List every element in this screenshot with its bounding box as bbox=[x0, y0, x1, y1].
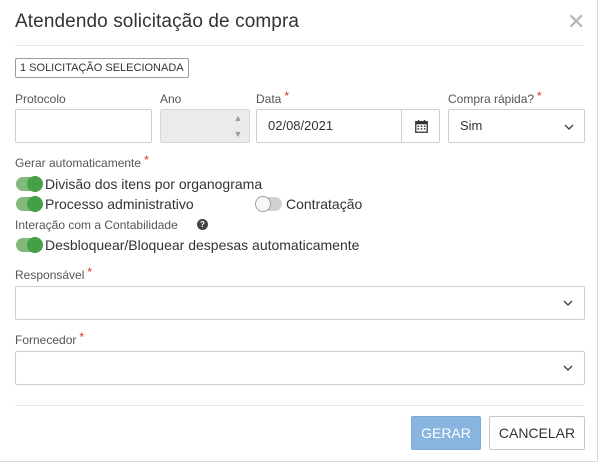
question-circle-icon[interactable]: ? bbox=[197, 219, 208, 230]
toggle-desbloquear-despesas[interactable] bbox=[16, 237, 43, 253]
toggle-processo-administrativo[interactable] bbox=[16, 196, 43, 212]
protocolo-label: Protocolo bbox=[15, 92, 66, 106]
dialog-title: Atendendo solicitação de compra bbox=[15, 11, 300, 32]
fornecedor-select[interactable] bbox=[15, 351, 585, 385]
chevron-down-icon bbox=[563, 365, 573, 371]
responsavel-label: Responsável * bbox=[15, 265, 93, 282]
calendar-icon bbox=[415, 120, 428, 133]
toggle-contratacao[interactable] bbox=[255, 196, 282, 212]
data-value: 02/08/2021 bbox=[268, 118, 334, 133]
calendar-button[interactable] bbox=[401, 110, 439, 142]
toggle-divisao-itens[interactable] bbox=[16, 176, 43, 192]
toggle-processo-administrativo-label: Processo administrativo bbox=[45, 196, 194, 212]
required-marker: * bbox=[87, 265, 93, 279]
data-label: Data * bbox=[256, 89, 290, 106]
required-marker: * bbox=[79, 330, 85, 344]
gerar-button[interactable]: GERAR bbox=[411, 416, 481, 450]
ano-label: Ano bbox=[160, 92, 182, 106]
compra-rapida-label: Compra rápida? * bbox=[448, 89, 542, 106]
selected-count-badge: 1 SOLICITAÇÃO SELECIONADA bbox=[15, 58, 189, 78]
contabilidade-label: Interação com a Contabilidade bbox=[15, 218, 178, 232]
chevron-down-icon: ▼ bbox=[233, 129, 243, 139]
chevron-down-icon bbox=[564, 124, 574, 130]
chevron-up-icon: ▲ bbox=[233, 113, 243, 123]
toggle-desbloquear-despesas-label: Desbloquear/Bloquear despesas automatica… bbox=[45, 237, 360, 253]
dialog: Atendendo solicitação de compra ✕ 1 SOLI… bbox=[0, 0, 598, 462]
responsavel-select[interactable] bbox=[15, 286, 585, 320]
close-icon[interactable]: ✕ bbox=[567, 11, 585, 33]
ano-stepper: ▲ ▼ bbox=[227, 110, 249, 142]
header-divider bbox=[15, 45, 584, 46]
cancelar-button[interactable]: CANCELAR bbox=[489, 416, 585, 450]
required-marker: * bbox=[537, 89, 542, 103]
toggle-divisao-itens-label: Divisão dos itens por organograma bbox=[45, 176, 263, 192]
gerar-label: Gerar automaticamente * bbox=[15, 153, 149, 170]
footer-divider bbox=[15, 405, 584, 406]
compra-rapida-value: Sim bbox=[460, 118, 483, 133]
fornecedor-label: Fornecedor * bbox=[15, 330, 85, 347]
required-marker: * bbox=[284, 89, 290, 103]
chevron-down-icon bbox=[563, 300, 573, 306]
protocolo-input[interactable] bbox=[15, 109, 152, 143]
required-marker: * bbox=[144, 153, 149, 167]
toggle-contratacao-label: Contratação bbox=[286, 196, 363, 212]
